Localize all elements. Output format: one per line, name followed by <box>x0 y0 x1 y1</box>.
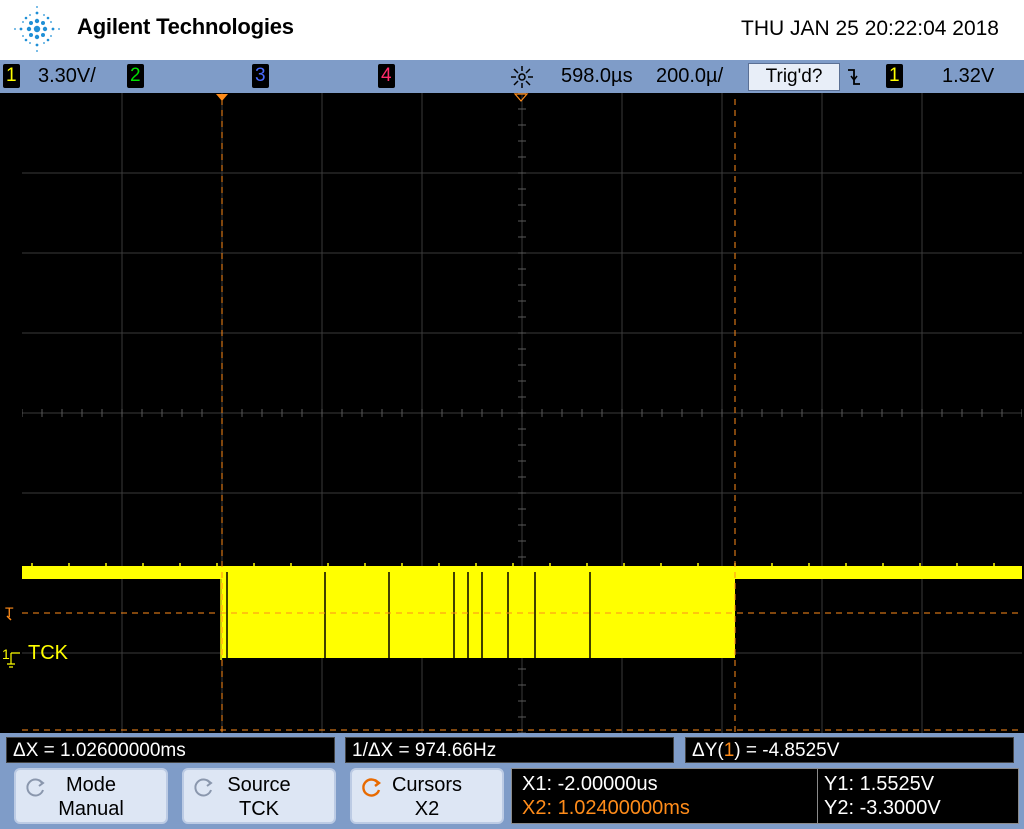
marker-glyphs: T 1 <box>2 604 20 668</box>
header-bar: Agilent Technologies THU JAN 25 20:22:04… <box>0 0 1024 60</box>
cursor-y2-value: Y2: -3.3000V <box>824 797 941 819</box>
cursor-x2-value: X2: 1.02400000ms <box>522 797 690 819</box>
source-softkey[interactable]: Source TCK <box>182 768 336 824</box>
mode-value: Manual <box>58 798 124 820</box>
waveform-canvas: TCK <box>22 93 1022 733</box>
cursors-softkey[interactable]: Cursors X2 <box>350 768 504 824</box>
falling-edge-icon <box>848 69 860 85</box>
trigger-level: 1.32V <box>942 65 995 87</box>
delta-y-prefix: ΔY( <box>692 740 724 761</box>
agilent-spark-logo <box>14 6 60 52</box>
channel-label: TCK <box>28 642 69 664</box>
left-marker-strip: T 1 <box>0 93 22 733</box>
acquisition-icon <box>511 66 533 88</box>
brand-name: Agilent Technologies <box>77 14 294 39</box>
cursors-value: X2 <box>414 798 440 820</box>
delta-y-value: ) = -4.8525V <box>734 740 840 761</box>
cursor-y1-value: Y1: 1.5525V <box>824 773 935 795</box>
delta-y-readout: ΔY(1) = -4.8525V <box>685 737 1014 763</box>
channel-2-indicator[interactable]: 2 <box>127 64 144 88</box>
waveform-display[interactable]: TCK <box>22 93 1022 733</box>
cursor-x1-marker <box>216 94 228 101</box>
signal-high-segment <box>735 566 1022 579</box>
inverse-delta-x-readout: 1/ΔX = 974.66Hz <box>345 737 674 763</box>
channel-4-indicator[interactable]: 4 <box>378 64 395 88</box>
mode-softkey[interactable]: Mode Manual <box>14 768 168 824</box>
cursor-readout-panel: X1: -2.00000us X2: 1.02400000ms Y1: 1.55… <box>511 768 1019 824</box>
delta-y-channel: 1 <box>723 740 735 761</box>
readout-divider <box>817 769 818 823</box>
status-bar: 1 3.30V/ 2 3 4 598.0µs 200.0µ/ Trig'd? 1… <box>0 60 1024 93</box>
channel-1-indicator[interactable]: 1 <box>3 64 20 88</box>
tck-waveform <box>22 563 1022 660</box>
channel-1-scale: 3.30V/ <box>38 65 96 87</box>
timebase-scale: 200.0µ/ <box>656 65 724 87</box>
trigger-source-indicator[interactable]: 1 <box>886 64 903 88</box>
signal-high-segment <box>22 566 222 579</box>
cursors-title: Cursors <box>391 774 462 796</box>
trigger-status-button[interactable]: Trig'd? <box>748 63 840 91</box>
cursor-x1-value: X1: -2.00000us <box>522 773 658 795</box>
trigger-position-marker <box>513 93 529 102</box>
channel-3-indicator[interactable]: 3 <box>252 64 269 88</box>
horizontal-delay: 598.0µs <box>561 65 633 87</box>
clock-burst-region <box>222 566 735 658</box>
delta-x-readout: ΔX = 1.02600000ms <box>6 737 335 763</box>
channel-1-ground-marker: 1 <box>2 646 10 662</box>
date-time: THU JAN 25 20:22:04 2018 <box>741 17 999 40</box>
mode-title: Mode <box>65 774 117 796</box>
source-title: Source <box>227 774 291 796</box>
source-value: TCK <box>239 798 279 820</box>
